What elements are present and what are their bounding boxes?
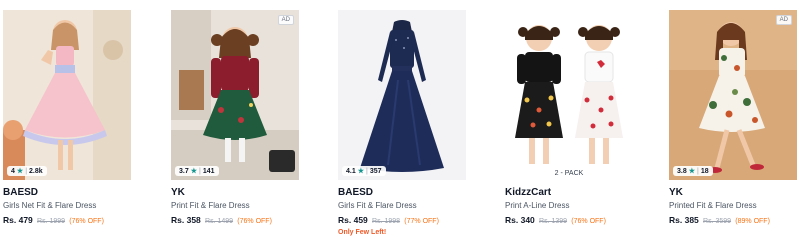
rating-value: 3.8 xyxy=(677,167,687,175)
star-icon: ★ xyxy=(688,168,696,175)
rating-badge: 3.7 ★ | 141 xyxy=(175,166,219,176)
product-brand: KidzzCart xyxy=(505,187,552,198)
review-count: 18 xyxy=(700,167,709,175)
product-brand: YK xyxy=(171,187,185,198)
review-count: 141 xyxy=(202,167,215,175)
product-photo xyxy=(669,10,797,180)
discount-label: (76% OFF) xyxy=(237,218,272,225)
product-image[interactable]: 4 ★ | 2.8k xyxy=(3,10,131,180)
rating-value: 3.7 xyxy=(179,167,189,175)
product-image[interactable]: 2 - PACK xyxy=(505,10,633,180)
product-photo xyxy=(171,10,299,180)
product-price: Rs. 340 Rs. 1399 (76% OFF) xyxy=(505,215,606,225)
selling-price: Rs. 479 xyxy=(3,215,33,225)
selling-price: Rs. 385 xyxy=(669,215,699,225)
rating-separator: | xyxy=(25,167,28,175)
ad-badge: AD xyxy=(277,15,294,25)
discount-label: (89% OFF) xyxy=(735,218,770,225)
product-title: Girls Fit & Flare Dress xyxy=(338,201,417,210)
product-photo xyxy=(338,10,466,180)
pack-badge: 2 - PACK xyxy=(554,170,584,177)
product-title: Girls Net Fit & Flare Dress xyxy=(3,201,97,210)
product-image[interactable]: 4.1 ★ | 357 xyxy=(338,10,466,180)
selling-price: Rs. 340 xyxy=(505,215,535,225)
mrp-price: Rs. 1399 xyxy=(539,218,568,225)
product-price: Rs. 459 Rs. 1998 (77% OFF) xyxy=(338,215,439,225)
rating-separator: | xyxy=(366,167,368,175)
mrp-price: Rs. 1499 xyxy=(205,218,234,225)
mrp-price: Rs. 1998 xyxy=(372,218,401,225)
product-title: Print Fit & Flare Dress xyxy=(171,201,250,210)
product-photo xyxy=(3,10,131,180)
star-icon: ★ xyxy=(357,168,365,175)
product-card[interactable]: 2 - PACK KidzzCart Print A-Line Dress Rs… xyxy=(505,0,635,245)
star-icon: ★ xyxy=(190,168,198,175)
discount-label: (76% OFF) xyxy=(571,218,606,225)
review-count: 357 xyxy=(369,167,382,175)
product-title: Print A-Line Dress xyxy=(505,201,570,210)
rating-badge: 3.8 ★ | 18 xyxy=(673,166,713,176)
product-card[interactable]: AD 3.7 ★ | 141 YK Print Fit & Flare Dres… xyxy=(171,0,301,245)
product-grid: 4 ★ | 2.8k BAESD Girls Net Fit & Flare D… xyxy=(0,0,800,245)
product-brand: BAESD xyxy=(3,187,39,198)
rating-value: 4 xyxy=(11,167,15,175)
star-icon: ★ xyxy=(16,168,24,175)
product-card[interactable]: 4 ★ | 2.8k BAESD Girls Net Fit & Flare D… xyxy=(3,0,133,245)
product-brand: YK xyxy=(669,187,683,198)
product-image[interactable]: AD 3.8 ★ | 18 xyxy=(669,10,797,180)
product-card[interactable]: 4.1 ★ | 357 BAESD Girls Fit & Flare Dres… xyxy=(338,0,468,245)
selling-price: Rs. 459 xyxy=(338,215,368,225)
selling-price: Rs. 358 xyxy=(171,215,201,225)
mrp-price: Rs. 3599 xyxy=(703,218,732,225)
product-image[interactable]: AD 3.7 ★ | 141 xyxy=(171,10,299,180)
mrp-price: Rs. 1999 xyxy=(37,218,66,225)
rating-separator: | xyxy=(697,167,699,175)
rating-badge: 4 ★ | 2.8k xyxy=(7,166,47,176)
rating-badge: 4.1 ★ | 357 xyxy=(342,166,386,176)
product-card[interactable]: AD 3.8 ★ | 18 YK Printed Fit & Flare Dre… xyxy=(669,0,799,245)
review-count: 2.8k xyxy=(29,167,43,175)
discount-label: (76% OFF) xyxy=(69,218,104,225)
product-title: Printed Fit & Flare Dress xyxy=(669,201,757,210)
discount-label: (77% OFF) xyxy=(404,218,439,225)
stock-status: Only Few Left! xyxy=(338,229,387,236)
rating-separator: | xyxy=(199,167,201,175)
ad-badge: AD xyxy=(775,15,792,25)
product-price: Rs. 358 Rs. 1499 (76% OFF) xyxy=(171,215,272,225)
product-photo xyxy=(505,10,633,180)
product-price: Rs. 479 Rs. 1999 (76% OFF) xyxy=(3,215,104,225)
product-price: Rs. 385 Rs. 3599 (89% OFF) xyxy=(669,215,770,225)
product-brand: BAESD xyxy=(338,187,374,198)
rating-value: 4.1 xyxy=(346,167,356,175)
